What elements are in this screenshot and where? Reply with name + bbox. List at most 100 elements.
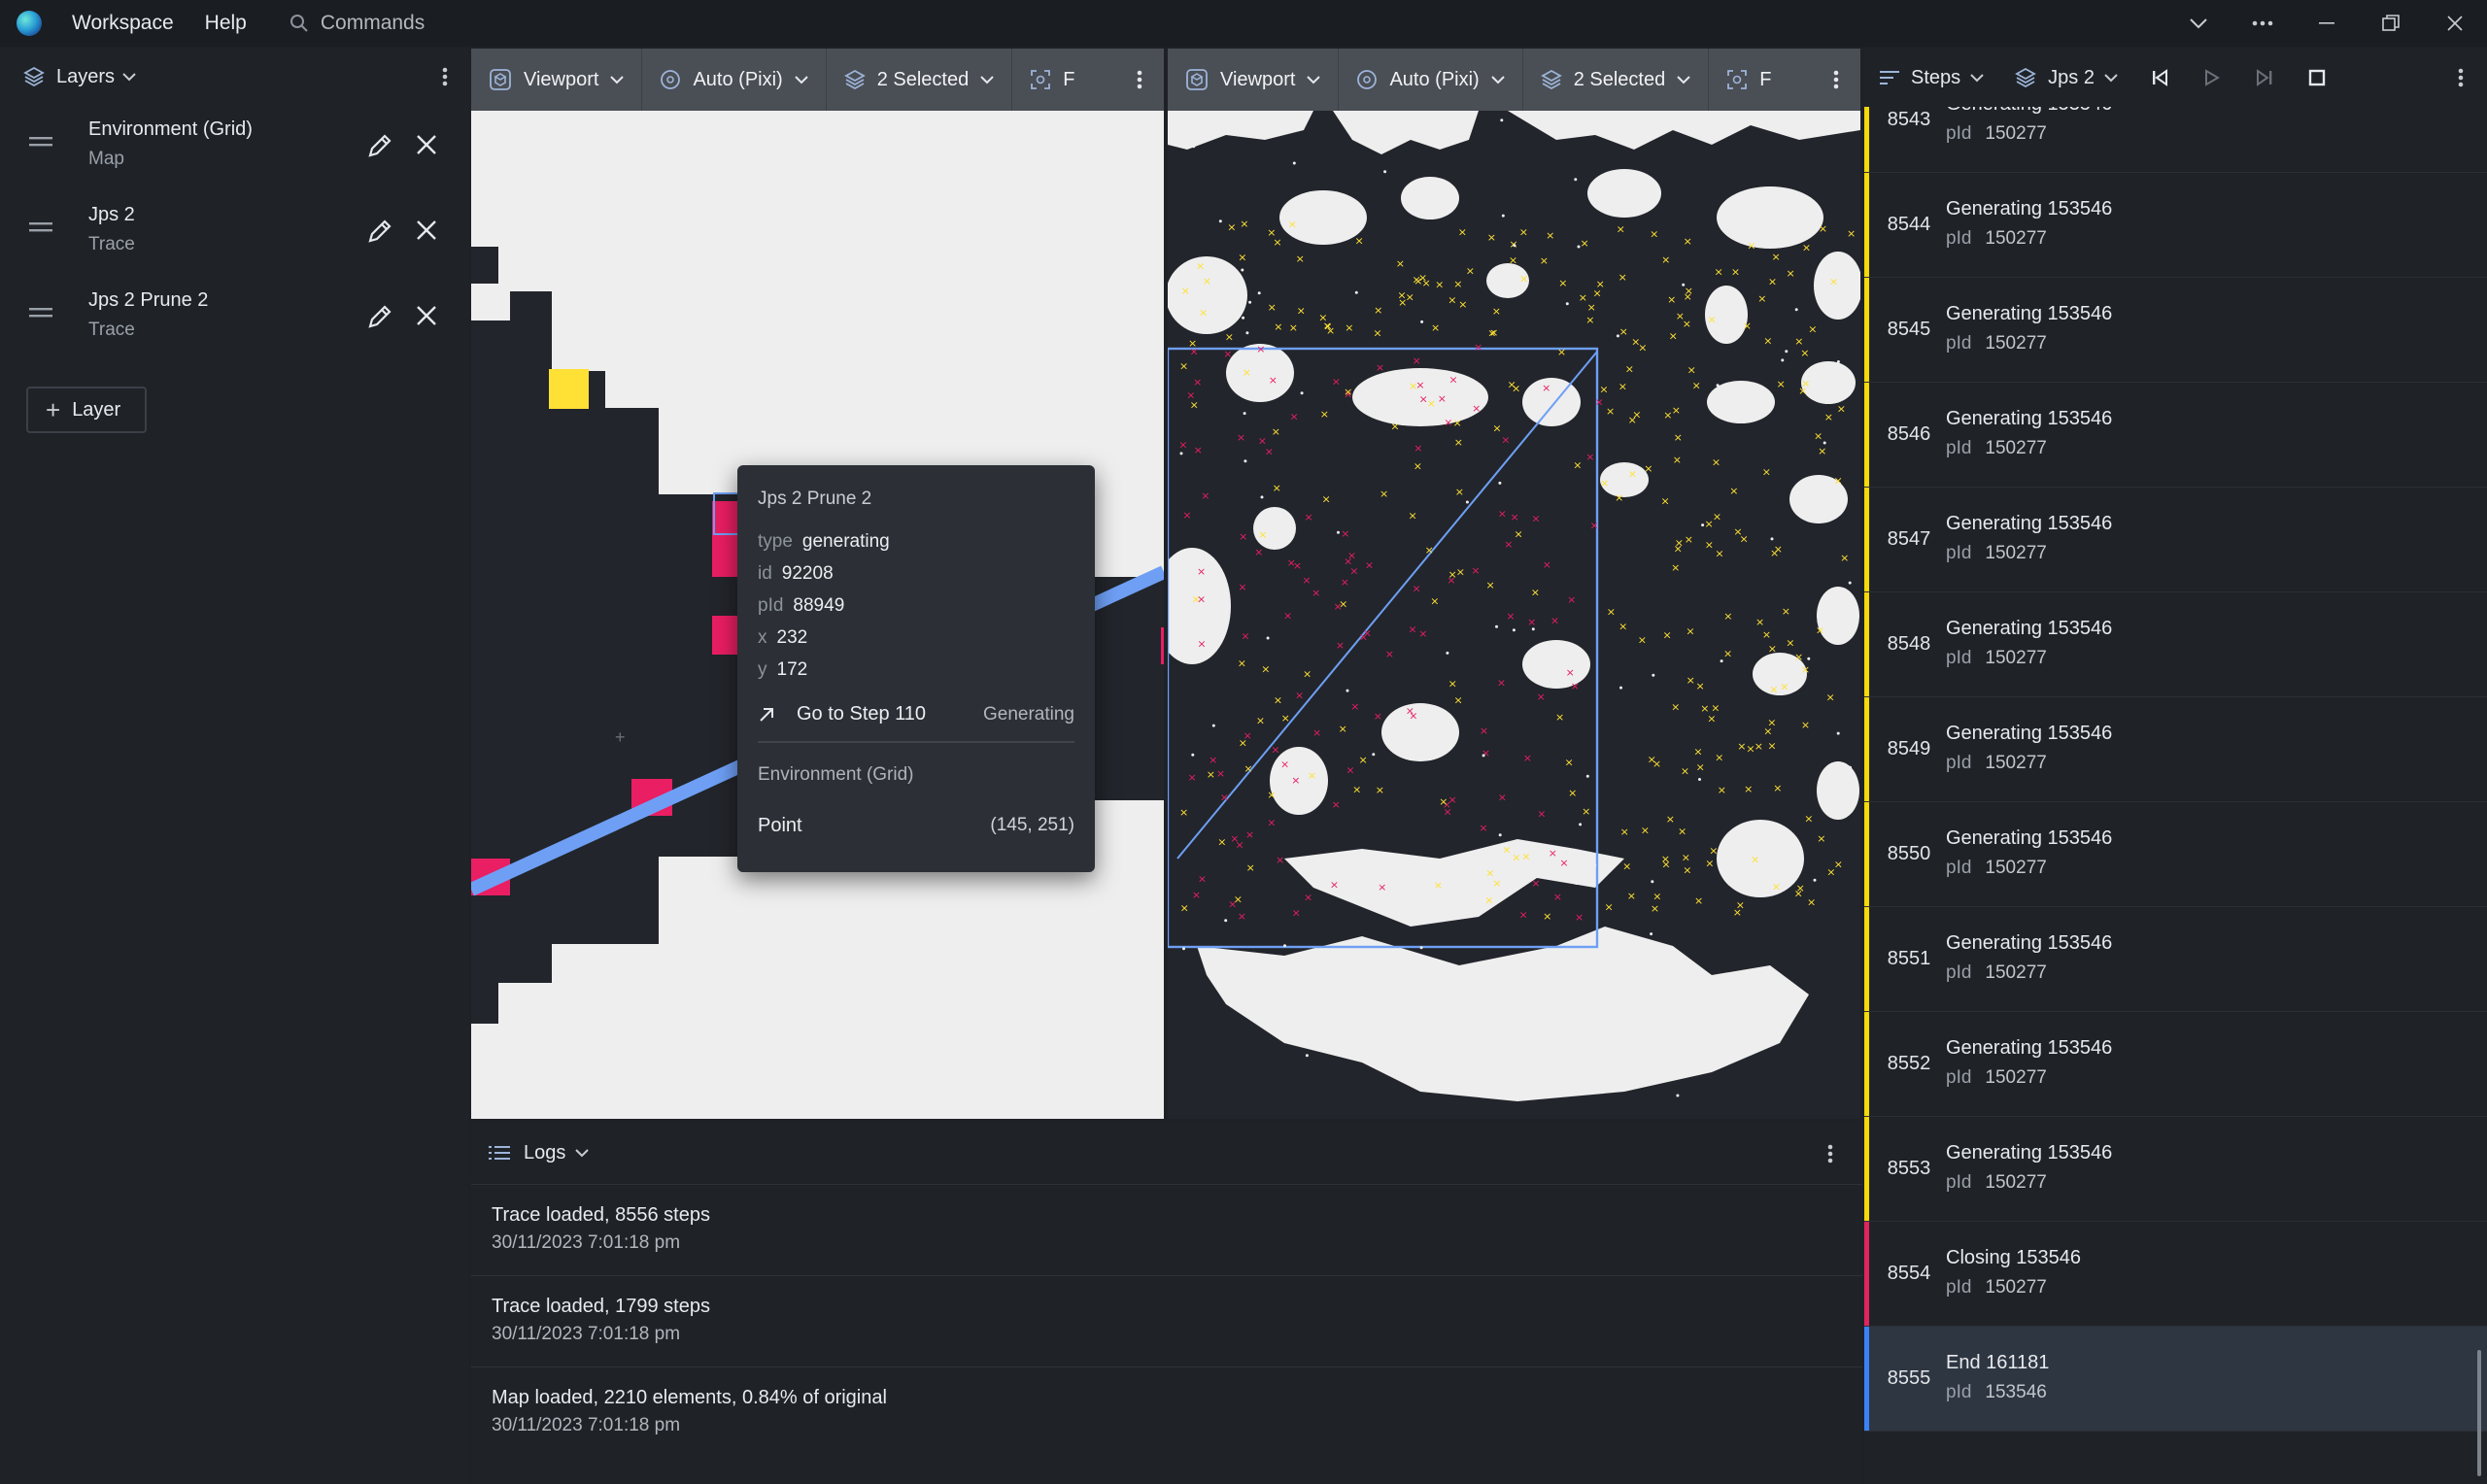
stop-button[interactable] [2291, 49, 2343, 107]
close-icon[interactable] [415, 133, 438, 156]
edit-icon[interactable] [365, 131, 394, 160]
search-marker: × [1453, 278, 1462, 290]
menu-help[interactable]: Help [205, 12, 247, 35]
renderer-select[interactable]: Auto (Pixi) [1339, 49, 1523, 111]
viewport-right[interactable]: × × × × × × × × × × × × × × × × × × × × × × × × × × × × × × × × × × × × × × × ×… [1168, 49, 1860, 1119]
search-marker: × [1669, 329, 1678, 342]
free-cell-dot [1297, 762, 1301, 766]
trace-source-select[interactable]: Jps 2 [1999, 49, 2133, 107]
chevron-down-icon[interactable] [2166, 0, 2231, 47]
search-marker: × [1498, 508, 1507, 521]
free-cell-dot [1839, 396, 1843, 400]
viewport-select[interactable]: Viewport [1168, 49, 1340, 111]
free-cell-dot [1346, 219, 1349, 223]
drag-handle-icon[interactable] [29, 220, 52, 234]
step-row[interactable]: 8553 Generating 153546 pId 150277 [1864, 1117, 2487, 1222]
free-cell-dot [1794, 308, 1798, 312]
search-marker: × [1479, 822, 1487, 834]
layer-row[interactable]: Jps 2 Trace [0, 190, 469, 276]
layer-name: Jps 2 [88, 204, 135, 225]
search-marker: × [1258, 528, 1267, 541]
step-row[interactable]: 8551 Generating 153546 pId 150277 [1864, 907, 2487, 1012]
search-marker: × [1585, 451, 1594, 463]
step-row[interactable]: 8548 Generating 153546 pId 150277 [1864, 592, 2487, 697]
step-row[interactable]: 8545 Generating 153546 pId 150277 [1864, 278, 2487, 383]
search-marker: × [1733, 525, 1742, 538]
free-cell-dot [1813, 878, 1817, 882]
step-row[interactable]: 8543 Generating 153546 pId 150277 [1864, 107, 2487, 173]
step-row[interactable]: 8555 End 161181 pId 153546 [1864, 1327, 2487, 1432]
search-marker: × [1365, 559, 1374, 572]
free-cell-dot [1500, 118, 1504, 122]
more-vertical-icon[interactable] [430, 62, 460, 91]
logs-header[interactable]: Logs [471, 1122, 1862, 1184]
skip-to-start-button[interactable] [2133, 49, 2186, 107]
search-marker: × [1553, 891, 1562, 903]
free-cell-dot [1446, 651, 1449, 655]
search-marker: × [1519, 225, 1528, 238]
play-button[interactable] [2186, 49, 2238, 107]
step-row[interactable]: 8550 Generating 153546 pId 150277 [1864, 802, 2487, 907]
layers-header[interactable]: Layers [0, 49, 469, 105]
step-pid-value: 153546 [1985, 1382, 2047, 1402]
more-vertical-icon[interactable] [1125, 65, 1154, 94]
search-marker: × [1435, 279, 1444, 291]
go-to-step-button[interactable]: Go to Step 110 Generating [758, 703, 1074, 725]
search-marker: × [1409, 380, 1417, 392]
steps-view-select[interactable]: Steps [1864, 49, 1999, 107]
more-vertical-icon[interactable] [1822, 65, 1851, 94]
skip-to-end-button[interactable] [2238, 49, 2291, 107]
close-icon[interactable] [415, 304, 438, 327]
drag-handle-icon[interactable] [29, 135, 52, 149]
step-row[interactable]: 8554 Closing 153546 pId 150277 [1864, 1222, 2487, 1327]
search-marker: × [1794, 888, 1803, 900]
step-title: Generating 153546 [1946, 198, 2113, 219]
search-marker: × [1274, 320, 1282, 333]
free-cell-dot [1770, 537, 1774, 541]
overview-grid[interactable]: × × × × × × × × × × × × × × × × × × × × × × × × × × × × × × × × × × × × × × × ×… [1168, 111, 1860, 1119]
search-marker: × [1715, 265, 1723, 278]
steps-list[interactable]: 8543 Generating 153546 pId 150277 8544 Genera… [1864, 107, 2487, 1484]
step-row[interactable]: 8544 Generating 153546 pId 150277 [1864, 173, 2487, 278]
fit-button[interactable]: F [1709, 49, 1789, 111]
add-layer-button[interactable]: + Layer [26, 387, 147, 433]
step-row[interactable]: 8546 Generating 153546 pId 150277 [1864, 383, 2487, 488]
free-cell-dot [1720, 659, 1723, 663]
menu-workspace[interactable]: Workspace [72, 12, 174, 35]
drag-handle-icon[interactable] [29, 306, 52, 320]
close-window-icon[interactable] [2423, 0, 2487, 47]
viewport-select[interactable]: Viewport [471, 49, 643, 111]
more-horizontal-icon[interactable] [2231, 0, 2295, 47]
minimize-icon[interactable] [2295, 0, 2359, 47]
more-vertical-icon[interactable] [2446, 63, 2475, 92]
layer-selection-select[interactable]: 2 Selected [827, 49, 1013, 111]
map-canvas-overview[interactable]: × × × × × × × × × × × × × × × × × × × × × × × × × × × × × × × × × × × × × × × ×… [1168, 111, 1860, 1119]
layer-selection-select[interactable]: 2 Selected [1523, 49, 1710, 111]
restore-icon[interactable] [2359, 0, 2423, 47]
point-label: Point [758, 815, 802, 836]
search-marker: × [1567, 593, 1576, 606]
renderer-select[interactable]: Auto (Pixi) [642, 49, 827, 111]
generating-cell[interactable] [549, 369, 589, 409]
search-marker: × [1617, 223, 1625, 236]
layer-row[interactable]: Jps 2 Prune 2 Trace [0, 276, 469, 361]
search-marker: × [1312, 726, 1321, 739]
step-number: 8544 [1887, 214, 1931, 235]
step-row[interactable]: 8549 Generating 153546 pId 150277 [1864, 697, 2487, 802]
svg-text:+: + [615, 727, 626, 747]
fit-button[interactable]: F [1012, 49, 1092, 111]
search-marker: × [1190, 399, 1199, 412]
edit-icon[interactable] [365, 302, 394, 331]
close-icon[interactable] [415, 219, 438, 242]
search-marker: × [1378, 881, 1386, 894]
step-row[interactable]: 8547 Generating 153546 pId 150277 [1864, 488, 2487, 592]
step-type-indicator [1864, 907, 1869, 1011]
steps-scrollbar[interactable] [2477, 1350, 2481, 1476]
step-pid-value: 150277 [1985, 1067, 2047, 1088]
layer-row[interactable]: Environment (Grid) Map [0, 105, 469, 190]
more-vertical-icon[interactable] [1816, 1139, 1845, 1168]
search-marker: × [1497, 676, 1506, 689]
edit-icon[interactable] [365, 217, 394, 246]
step-row[interactable]: 8552 Generating 153546 pId 150277 [1864, 1012, 2487, 1117]
command-palette[interactable]: Commands [290, 12, 425, 35]
